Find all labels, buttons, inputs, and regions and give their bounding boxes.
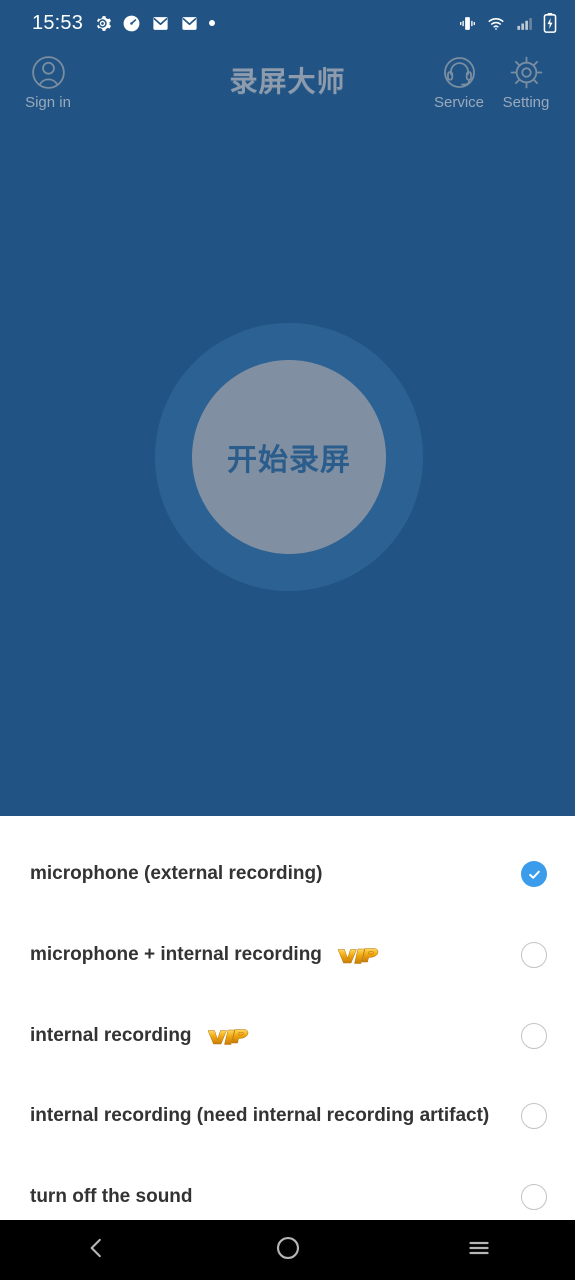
- status-bar: 15:53: [0, 0, 575, 46]
- radio-button-icon[interactable]: [521, 1103, 547, 1129]
- vip-badge-icon: [336, 942, 379, 968]
- option-label: turn off the sound: [30, 1185, 193, 1207]
- option-row-internal[interactable]: internal recording: [0, 996, 575, 1076]
- option-control[interactable]: [521, 1103, 547, 1129]
- status-bar-right: [458, 13, 557, 33]
- radio-button-icon[interactable]: [521, 1184, 547, 1210]
- option-label: internal recording (need internal record…: [30, 1104, 490, 1126]
- mail-icon: [182, 16, 197, 30]
- home-icon: [275, 1235, 301, 1266]
- user-avatar-icon: [28, 50, 69, 94]
- sign-in-label: Sign in: [25, 94, 71, 111]
- status-bar-left: 15:53: [32, 12, 216, 34]
- option-row-microphone-plus-internal[interactable]: microphone + internal recording: [0, 915, 575, 995]
- menu-icon: [465, 1236, 493, 1265]
- speedometer-icon: [123, 15, 140, 31]
- audio-source-options: microphone (external recording) micropho…: [0, 816, 575, 1220]
- radio-button-icon[interactable]: [521, 1023, 547, 1049]
- service-button[interactable]: Service: [423, 50, 495, 110]
- option-row-internal-artifact[interactable]: internal recording (need internal record…: [0, 1076, 575, 1156]
- option-label: internal recording: [30, 1024, 192, 1046]
- vibrate-icon: [460, 16, 475, 30]
- nav-back-button[interactable]: [0, 1220, 192, 1280]
- option-row-microphone-external[interactable]: microphone (external recording): [0, 834, 575, 914]
- gear-icon: [506, 50, 547, 94]
- wifi-icon: [488, 17, 504, 30]
- option-control[interactable]: [521, 1023, 547, 1049]
- option-control[interactable]: [521, 1184, 547, 1210]
- nav-menu-button[interactable]: [383, 1220, 575, 1280]
- mail-icon: [153, 16, 168, 30]
- battery-charging-icon: [543, 13, 557, 33]
- service-label: Service: [433, 94, 485, 111]
- setting-label: Setting: [502, 94, 550, 111]
- option-label: microphone (external recording): [30, 862, 323, 884]
- app-header: 录屏大师 Sign in Service Setting: [0, 46, 575, 118]
- gear-icon: [96, 15, 112, 31]
- option-control[interactable]: [521, 861, 547, 887]
- option-control[interactable]: [521, 942, 547, 968]
- app-screen: 15:53 录屏大师 Sign in Service Setting 开始录屏 …: [0, 0, 575, 1280]
- nav-home-button[interactable]: [192, 1220, 384, 1280]
- headset-icon: [439, 50, 480, 94]
- sign-in-button[interactable]: Sign in: [12, 50, 84, 110]
- checkmark-icon[interactable]: [521, 861, 547, 887]
- setting-button[interactable]: Setting: [490, 50, 562, 110]
- signal-icon: [517, 17, 532, 30]
- dot-icon: [209, 20, 216, 26]
- status-bar-clock: 15:53: [32, 12, 84, 34]
- system-navigation-bar: [0, 1220, 575, 1280]
- back-icon: [83, 1233, 109, 1268]
- option-label: microphone + internal recording: [30, 943, 322, 965]
- vip-badge-icon: [206, 1023, 249, 1049]
- start-recording-button[interactable]: 开始录屏: [192, 360, 386, 554]
- radio-button-icon[interactable]: [521, 942, 547, 968]
- start-recording-label: 开始录屏: [227, 444, 351, 477]
